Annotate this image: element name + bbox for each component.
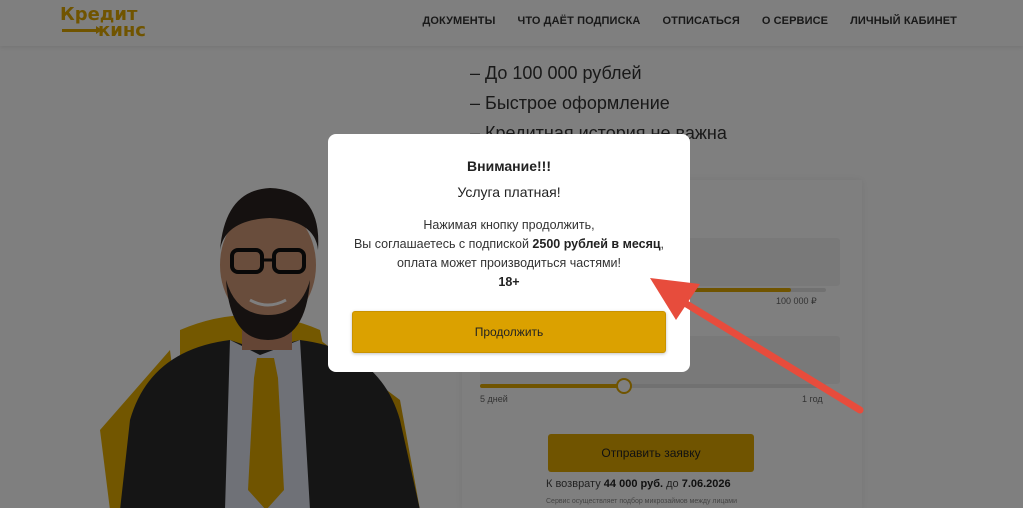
page: Кредит кинс ДОКУМЕНТЫ ЧТО ДАЁТ ПОДПИСКА … xyxy=(0,0,1023,508)
red-arrow-icon xyxy=(650,278,864,414)
modal-age-limit: 18+ xyxy=(498,275,520,289)
continue-button[interactable]: Продолжить xyxy=(352,311,666,353)
modal-body: Нажимая кнопку продолжить, Вы соглашаете… xyxy=(348,216,670,292)
modal-line2-pre: Вы соглашаетесь с подпиской xyxy=(353,237,529,251)
modal-subscription-price: 2500 рублей в месяц xyxy=(532,237,661,251)
modal-title: Внимание!!! xyxy=(467,158,551,174)
paid-service-modal: Внимание!!! Услуга платная! Нажимая кноп… xyxy=(328,134,690,372)
modal-line1: Нажимая кнопку продолжить, xyxy=(423,218,595,232)
modal-subtitle: Услуга платная! xyxy=(457,184,561,200)
